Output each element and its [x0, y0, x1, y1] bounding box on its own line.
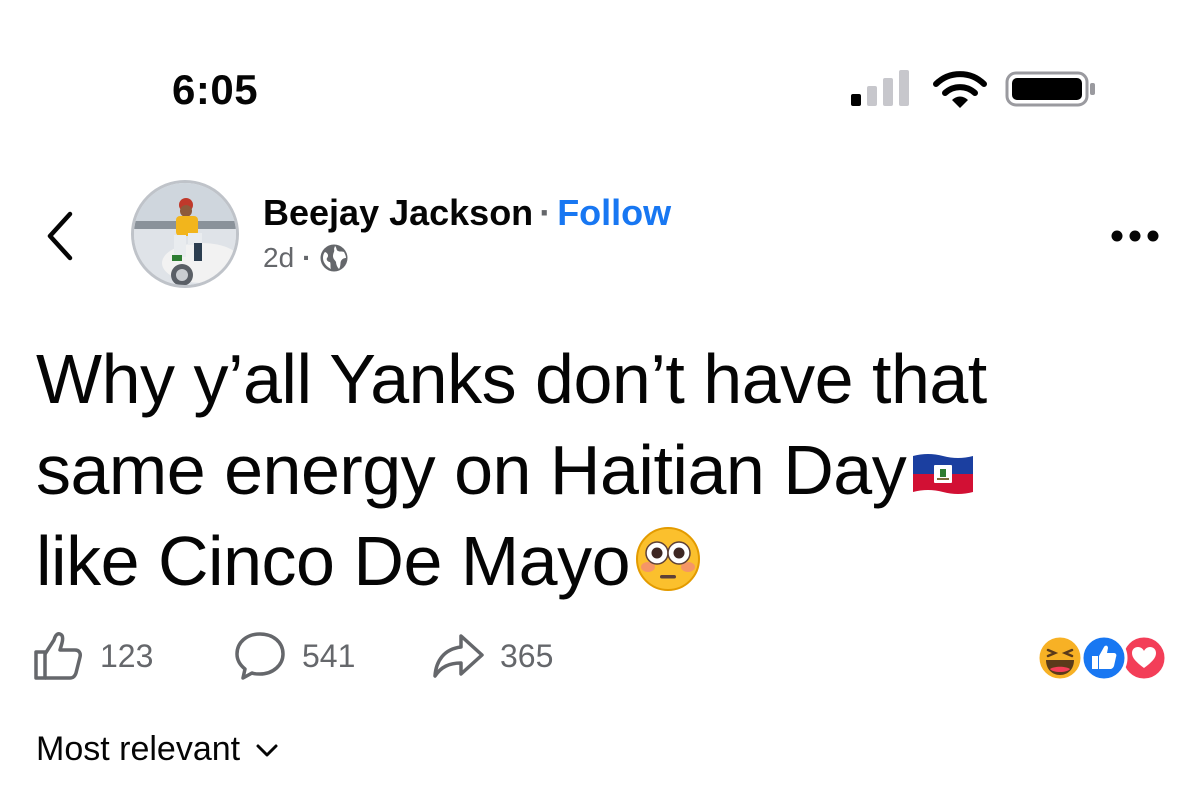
avatar-photo — [134, 183, 236, 285]
wifi-icon — [933, 71, 987, 108]
love-reaction-icon — [1120, 634, 1168, 682]
haha-reaction-icon — [1036, 634, 1084, 682]
reactions-summary[interactable] — [1036, 634, 1168, 682]
like-button[interactable]: 123 — [30, 628, 153, 684]
chevron-down-icon — [256, 744, 278, 756]
author-name[interactable]: Beejay Jackson — [263, 192, 533, 233]
author-line: Beejay Jackson · Follow — [263, 192, 671, 234]
back-button[interactable] — [40, 208, 80, 264]
avatar[interactable] — [131, 180, 239, 288]
follow-button[interactable]: Follow — [557, 192, 671, 233]
author-separator: · — [539, 192, 552, 233]
share-button[interactable]: 365 — [430, 628, 553, 684]
thumbs-up-icon — [34, 632, 82, 680]
post-age[interactable]: 2d — [263, 242, 294, 274]
post-text-line: same energy on Haitian Day — [36, 425, 1166, 516]
share-count: 365 — [500, 637, 554, 674]
post-meta: 2d · — [263, 242, 349, 274]
like-reaction-icon — [1080, 634, 1128, 682]
more-options-button[interactable] — [1108, 226, 1162, 246]
flushed-face-icon — [636, 527, 700, 591]
status-time: 6:05 — [172, 66, 259, 113]
comments-sort-label: Most relevant — [36, 730, 241, 768]
like-count: 123 — [100, 637, 154, 674]
post-text-line: Why y’all Yanks don’t have that — [36, 340, 987, 418]
post-text: Why y’all Yanks don’t have that same ene… — [36, 334, 1166, 607]
meta-separator: · — [302, 242, 312, 273]
comment-bubble-icon — [235, 632, 285, 680]
comments-sort-dropdown[interactable]: Most relevant — [36, 730, 280, 769]
cellular-signal-icon — [851, 70, 909, 106]
battery-icon — [1005, 71, 1095, 107]
post-text-line: like Cinco De Mayo — [36, 516, 1166, 607]
comment-count: 541 — [302, 637, 356, 674]
haiti-flag-icon — [913, 454, 974, 494]
share-arrow-icon — [433, 634, 484, 678]
globe-icon — [320, 244, 348, 272]
comment-button[interactable]: 541 — [232, 628, 355, 684]
